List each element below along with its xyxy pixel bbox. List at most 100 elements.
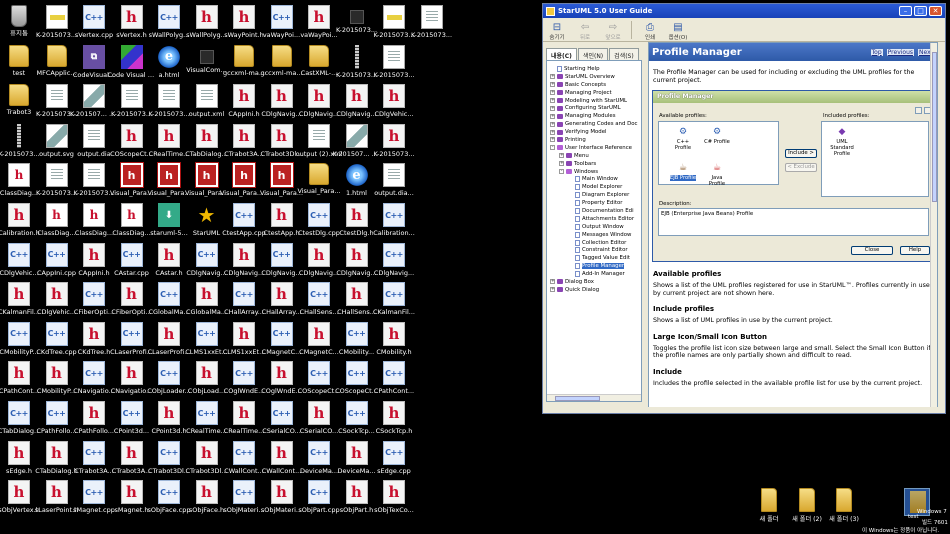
tree-node-label: Tagged Value Edit	[582, 255, 630, 262]
desktop-icon[interactable]: h sObjMateri...	[261, 477, 302, 525]
header-file-icon: h	[270, 282, 293, 307]
new-folder-icon[interactable]: 새 폴더 (3)	[822, 488, 866, 523]
available-profiles-label: Available profiles:	[659, 113, 707, 119]
tree-node[interactable]: Collection Editor	[550, 239, 641, 247]
expand-icon[interactable]: +	[550, 287, 555, 293]
expand-icon[interactable]: +	[550, 121, 555, 127]
previous-link[interactable]: Previous	[886, 48, 915, 56]
help-page-icon	[575, 247, 580, 254]
desktop-icon[interactable]: h sObjTexCo...	[374, 477, 414, 525]
desktop-icon[interactable]: C++ sObjFace.cpp	[147, 477, 191, 525]
nav-tab[interactable]: 내용(C)	[546, 48, 577, 60]
tree-node[interactable]: + Toolbars	[550, 160, 641, 168]
contents-tree[interactable]: Starting Help + StarUML Overview + Basic Con…	[546, 60, 642, 402]
desktop-icon[interactable]: h sObjFace.h	[188, 477, 226, 525]
tree-node[interactable]: Diagram Explorer	[550, 191, 641, 199]
tree-node[interactable]: + Verifying Model	[550, 128, 641, 136]
header-file-icon: h	[308, 321, 330, 346]
expand-icon[interactable]: +	[550, 113, 555, 119]
expand-icon[interactable]: +	[550, 279, 555, 285]
desktop-icon-label: CKalmanFil...	[373, 309, 415, 317]
desktop-icon[interactable]: C++ sObjPart.cpp	[298, 477, 340, 525]
nav-tab[interactable]: 검색(S)	[609, 48, 639, 60]
expand-icon[interactable]: +	[550, 98, 555, 103]
expand-icon[interactable]: +	[559, 161, 564, 167]
tree-node[interactable]: Output Window	[550, 223, 641, 231]
tree-node[interactable]: Tagged Value Edit	[550, 254, 641, 262]
tree-node[interactable]: - Windows	[550, 168, 641, 176]
expand-icon[interactable]: +	[550, 129, 555, 135]
toolbar-button-label: 뒤로	[579, 35, 591, 41]
tree-node[interactable]: Property Editor	[550, 199, 641, 207]
tree-node[interactable]: + Configuring StarUML	[550, 104, 641, 112]
tree-node[interactable]: Profile Manager	[550, 262, 641, 270]
toolbar-button[interactable]: ⇦ 뒤로	[575, 22, 595, 41]
expand-icon[interactable]: +	[550, 90, 555, 96]
toolbar-button[interactable]: ⎙ 인쇄	[640, 22, 660, 41]
tree-node[interactable]: Main Window	[550, 175, 641, 183]
tree-node[interactable]: + Dialog Box	[550, 278, 641, 286]
header-file-icon: h	[120, 361, 143, 386]
nav-tab[interactable]: 색인(N)	[577, 48, 609, 60]
tree-node[interactable]: Documentation Edi	[550, 207, 641, 215]
tree-horizontal-scrollbar[interactable]	[547, 394, 641, 401]
desktop-icon[interactable]: h sLaserPoint.h	[35, 477, 78, 525]
help-window[interactable]: StarUML 5.0 User Guide – □ ✕ ⊟ 숨기기 ⇦ 뒤로 ⇨ 앞으로…	[542, 3, 946, 414]
toolbar-button[interactable]: ▤ 옵션(O)	[668, 22, 688, 41]
header-file-icon: h	[345, 282, 368, 307]
profile-label: C++ Profile	[674, 139, 692, 151]
desktop-icon[interactable]: K-2015073...	[411, 2, 452, 50]
help-window-titlebar[interactable]: StarUML 5.0 User Guide – □ ✕	[543, 4, 945, 18]
section-heading: Large Icon/Small Icon Button	[653, 332, 768, 341]
expand-icon[interactable]: +	[559, 153, 564, 159]
collapse-icon[interactable]: -	[559, 169, 564, 175]
cpp-file-icon: C++	[233, 361, 255, 386]
tree-node[interactable]: Constraint Editor	[550, 246, 641, 254]
close-button[interactable]: ✕	[929, 6, 942, 16]
tree-node[interactable]: + Modeling with StarUML	[550, 97, 641, 105]
expand-icon[interactable]: +	[550, 82, 555, 88]
maximize-button[interactable]: □	[914, 6, 927, 16]
header-file-icon: h	[383, 123, 405, 148]
tree-node[interactable]: Messages Window	[550, 231, 641, 239]
tree-node[interactable]: + Managing Modules	[550, 112, 641, 120]
header-file-icon: h	[233, 123, 255, 148]
desktop-icon[interactable]: h sObjVertex.h	[0, 477, 40, 525]
toolbar-button[interactable]: ⊟ 숨기기	[547, 22, 567, 41]
folder-icon	[799, 488, 815, 512]
tree-node[interactable]: Starting Help	[550, 65, 641, 73]
included-profile-item: ◆ UML Standard Profile	[826, 126, 858, 157]
desktop-icon-label: sObjTexCo...	[374, 507, 414, 515]
topic-sections: Available profiles Shows a list of the UM…	[649, 270, 937, 387]
expand-icon[interactable]: +	[550, 105, 555, 111]
tree-node[interactable]: Add-In Manager	[550, 270, 641, 278]
header-file-icon: h	[158, 123, 180, 148]
tree-node-label: Collection Editor	[582, 239, 627, 246]
topic-vertical-scrollbar[interactable]	[930, 43, 937, 409]
expand-icon[interactable]: +	[550, 74, 555, 80]
tree-node[interactable]: + Basic Concepts	[550, 81, 641, 89]
desktop-icon[interactable]: C++ sMagnet.cpp	[73, 477, 115, 525]
tree-node[interactable]: + Generating Codes and Doc	[550, 120, 641, 128]
tree-node[interactable]: Attachments Editor	[550, 215, 641, 223]
cpp-file-icon: C++	[383, 203, 405, 227]
collapse-icon[interactable]: -	[550, 145, 555, 151]
cpp-file-icon: C++	[270, 242, 293, 267]
minimize-button[interactable]: –	[899, 6, 912, 16]
desktop-icon[interactable]: h sMagnet.h	[113, 477, 151, 525]
tree-node[interactable]: - User Interface Reference	[550, 144, 641, 152]
tree-node[interactable]: Model Explorer	[550, 183, 641, 191]
expand-icon[interactable]: +	[550, 137, 555, 143]
tree-node[interactable]: + Menu	[550, 152, 641, 160]
header-file-icon: h	[308, 5, 330, 29]
desktop-icon[interactable]: h sObjPart.h	[338, 477, 376, 525]
desktop-icon[interactable]: C++ sObjMateri...	[223, 477, 265, 525]
toolbar-button[interactable]: ⇨ 앞으로	[603, 22, 623, 41]
tree-node[interactable]: + StarUML Overview	[550, 73, 641, 81]
header-file-icon: h	[120, 440, 143, 465]
tree-node-label: Toolbars	[574, 160, 597, 167]
tree-node[interactable]: + Quick Dialog	[550, 286, 641, 294]
tree-node[interactable]: + Printing	[550, 136, 641, 144]
tree-node[interactable]: + Managing Project	[550, 89, 641, 97]
top-link[interactable]: Top	[870, 48, 883, 56]
